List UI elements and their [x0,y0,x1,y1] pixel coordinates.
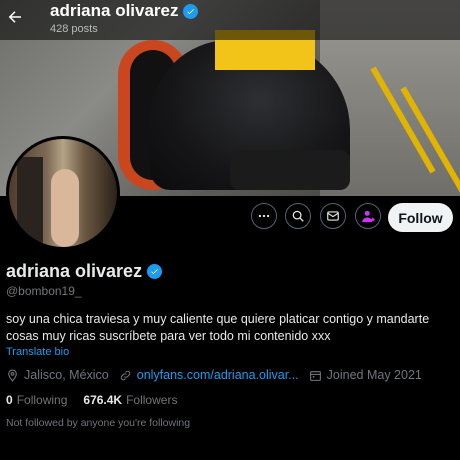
search-button[interactable] [285,203,311,229]
back-arrow-icon[interactable] [6,8,24,26]
location-item: Jalisco, México [6,368,109,382]
post-count: 428 posts [50,23,98,35]
link-icon [120,370,130,380]
profile-handle: @bombon19_ [6,284,82,298]
verified-badge-icon [182,3,198,19]
calendar-icon [309,370,321,381]
translate-bio-link[interactable]: Translate bio [6,346,69,358]
joined-item: Joined May 2021 [309,368,422,382]
following-link[interactable]: 0 Following [6,393,67,407]
search-icon [292,210,304,222]
followers-link[interactable]: 676.4K Followers [83,393,177,407]
top-bar: adriana olivarez 428 posts [0,0,460,40]
profile-meta: Jalisco, México onlyfans.com/adriana.oli… [6,368,432,382]
subscribe-button[interactable] [355,203,381,229]
verified-badge-icon[interactable] [147,264,163,279]
profile-display-name: adriana olivarez [6,261,163,282]
location-text: Jalisco, México [24,368,109,382]
website-link[interactable]: onlyfans.com/adriana.olivar... [137,368,299,382]
joined-text: Joined May 2021 [326,368,422,382]
header-display-name: adriana olivarez [50,1,198,21]
profile-bio: soy una chica traviesa y muy caliente qu… [6,312,430,343]
avatar[interactable] [6,136,120,250]
follow-button[interactable]: Follow [388,203,453,232]
message-button[interactable] [320,203,346,229]
more-icon [258,214,270,218]
more-button[interactable] [251,203,277,229]
subscribe-icon [361,210,375,222]
message-icon [327,211,339,221]
website-item[interactable]: onlyfans.com/adriana.olivar... [119,368,299,382]
not-followed-text: Not followed by anyone you're following [6,417,191,429]
location-icon [8,369,17,382]
follow-counts: 0 Following 676.4K Followers [6,393,177,407]
